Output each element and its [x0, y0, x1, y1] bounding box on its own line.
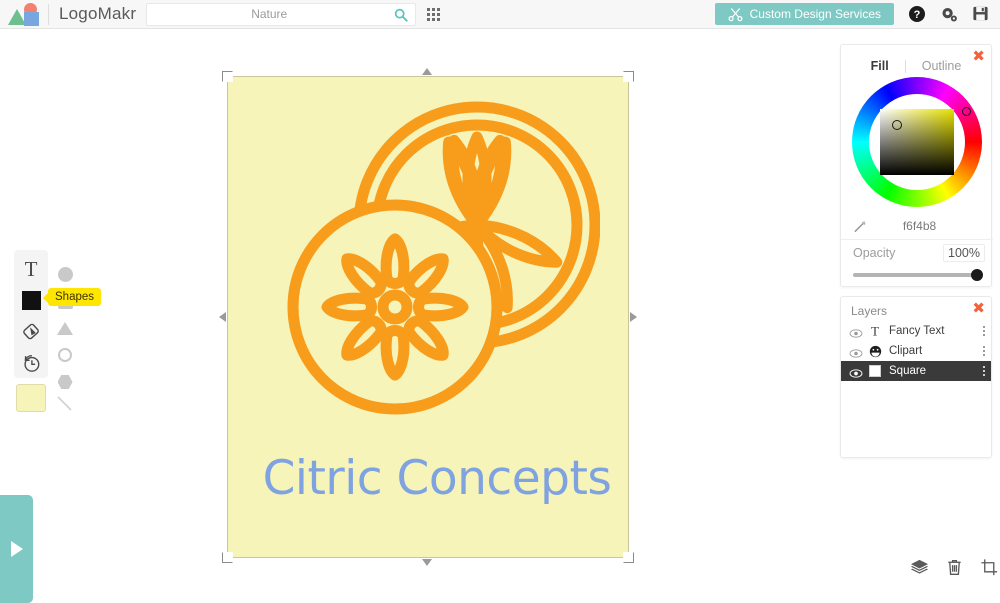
opacity-track — [853, 273, 981, 277]
resize-handle-left[interactable] — [219, 312, 226, 322]
brand: LogoMakr — [0, 0, 136, 29]
search-input[interactable] — [147, 2, 392, 26]
app-header: LogoMakr Custom Design Services ? — [0, 0, 1000, 29]
hex-value[interactable]: f6f4b8 — [868, 219, 971, 233]
layer-row-fancy-text[interactable]: T Fancy Text — [841, 321, 991, 341]
text-tool[interactable]: T — [14, 254, 48, 285]
tab-outline[interactable]: Outline — [906, 59, 978, 73]
shapes-submenu — [54, 263, 78, 411]
color-panel: ✖ Fill Outline f6f4b8 Opacity 100% — [840, 44, 993, 287]
resize-handle-bottom-right[interactable] — [623, 552, 634, 563]
saturation-value-box[interactable] — [880, 109, 954, 175]
shape-hexagon[interactable] — [54, 371, 76, 393]
paint-bucket-icon — [22, 323, 39, 340]
opacity-row: Opacity 100% — [841, 239, 993, 265]
resize-handle-top-left[interactable] — [222, 71, 233, 82]
layers-panel-close-icon[interactable]: ✖ — [972, 301, 985, 316]
layers-header: Layers ✖ — [841, 297, 991, 321]
layer-menu-icon[interactable] — [982, 365, 985, 377]
save-disk-icon[interactable] — [972, 5, 990, 23]
layer-row-clipart[interactable]: Clipart — [841, 341, 991, 361]
artboard[interactable]: Citric Concepts — [227, 76, 629, 558]
eyedropper-icon[interactable] — [853, 219, 868, 234]
text-T-icon: T — [24, 257, 38, 281]
search-icon[interactable] — [394, 8, 408, 22]
color-panel-tabs: Fill Outline — [841, 45, 991, 79]
layer-row-square[interactable]: Square — [841, 361, 991, 381]
logo-text[interactable]: Citric Concepts — [236, 451, 638, 506]
square-swatch-icon — [866, 365, 884, 377]
shape-circle-filled[interactable] — [54, 263, 76, 285]
shape-triangle[interactable] — [54, 317, 76, 339]
help-icon[interactable]: ? — [908, 5, 926, 23]
resize-handle-right[interactable] — [630, 312, 637, 322]
header-actions: Custom Design Services ? — [714, 3, 1000, 25]
left-toolbar: T — [14, 250, 48, 378]
layers-stack-icon[interactable] — [910, 558, 929, 577]
clock-back-icon — [24, 354, 40, 372]
opacity-thumb[interactable] — [971, 269, 983, 281]
resize-handle-bottom[interactable] — [422, 559, 432, 566]
opacity-value[interactable]: 100% — [943, 243, 985, 262]
square-icon — [24, 12, 39, 26]
layer-name: Fancy Text — [889, 325, 945, 337]
layers-title: Layers — [851, 304, 888, 318]
citrus-clipart[interactable] — [280, 95, 601, 425]
grid-apps-icon[interactable] — [427, 7, 441, 21]
shapes-tooltip: Shapes — [42, 288, 102, 306]
layer-menu-icon[interactable] — [982, 345, 985, 357]
crop-icon[interactable] — [980, 558, 999, 577]
smiley-icon — [866, 345, 884, 358]
layer-name: Clipart — [889, 345, 923, 357]
selected-object-wrapper[interactable]: Citric Concepts — [219, 68, 637, 566]
resize-handle-top[interactable] — [422, 68, 432, 75]
custom-design-services-label: Custom Design Services — [749, 7, 881, 21]
resize-handle-top-right[interactable] — [623, 71, 634, 82]
tab-fill[interactable]: Fill — [855, 59, 905, 73]
trash-icon[interactable] — [945, 558, 964, 577]
hex-row: f6f4b8 — [841, 213, 993, 239]
eye-icon[interactable] — [849, 326, 863, 338]
layers-panel: Layers ✖ T Fancy Text Clipart Square — [840, 296, 992, 458]
history-tool[interactable] — [14, 347, 48, 378]
svg-text:T: T — [871, 324, 879, 338]
paint-bucket-tool[interactable] — [14, 316, 48, 347]
eye-icon[interactable] — [849, 346, 863, 358]
resize-handle-bottom-left[interactable] — [222, 552, 233, 563]
hue-knob[interactable] — [962, 107, 971, 116]
scissors-icon — [728, 7, 743, 21]
custom-design-services-button[interactable]: Custom Design Services — [714, 3, 894, 25]
current-color-swatch[interactable] — [16, 384, 46, 412]
layer-name: Square — [889, 365, 927, 377]
shape-line[interactable] — [54, 393, 76, 415]
layer-menu-icon[interactable] — [982, 325, 985, 337]
canvas-area[interactable]: Citric Concepts T Shapes — [0, 29, 838, 603]
color-panel-close-icon[interactable]: ✖ — [972, 49, 985, 64]
play-triangle-icon — [10, 541, 23, 557]
sv-knob[interactable] — [892, 120, 902, 130]
bottom-toolbar — [910, 556, 998, 578]
expand-panel-tab[interactable] — [0, 495, 33, 603]
eye-icon[interactable] — [849, 366, 863, 378]
text-T-icon: T — [866, 324, 884, 338]
sv-black-gradient — [880, 109, 954, 175]
settings-gear-icon[interactable] — [940, 5, 958, 23]
color-wheel[interactable] — [852, 77, 982, 207]
svg-text:?: ? — [914, 9, 921, 21]
search-box[interactable] — [146, 2, 417, 26]
square-icon — [21, 291, 41, 310]
brand-name: LogoMakr — [59, 4, 137, 23]
opacity-label: Opacity — [853, 245, 896, 260]
shape-circle-outline[interactable] — [54, 344, 76, 366]
opacity-slider[interactable] — [853, 269, 983, 281]
logomakr-logo-mark — [8, 2, 42, 26]
divider — [48, 3, 49, 25]
